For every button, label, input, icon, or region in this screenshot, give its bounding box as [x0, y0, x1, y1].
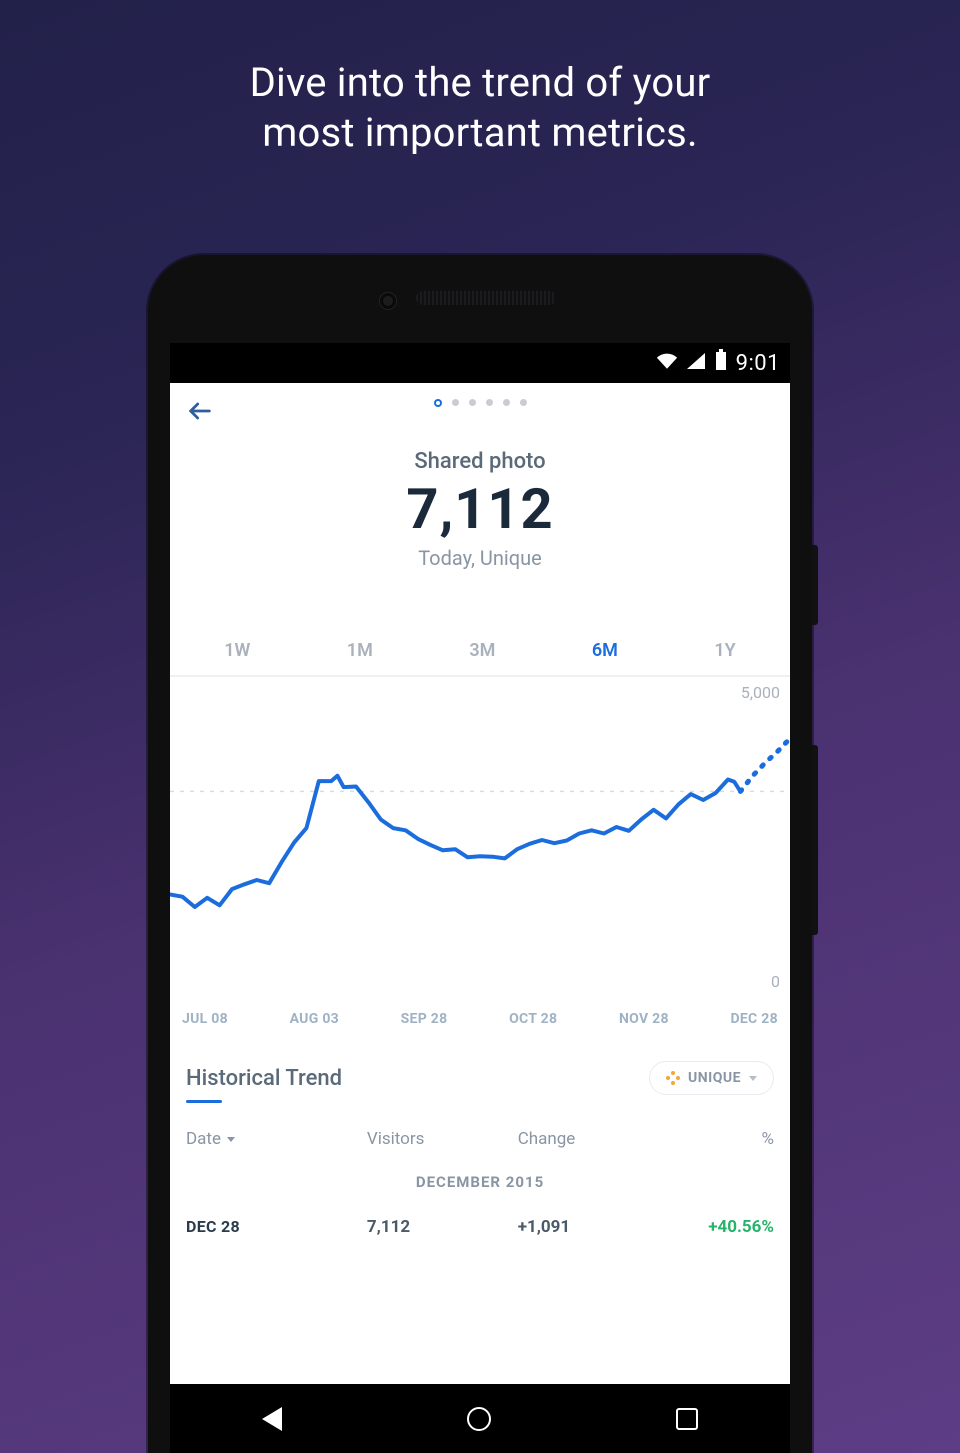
range-selector[interactable]: 1W 1M 3M 6M 1Y	[170, 636, 790, 675]
phone-power-button	[812, 545, 818, 625]
promo-headline-line1: Dive into the trend of your	[0, 58, 960, 108]
status-time: 9:01	[736, 351, 780, 376]
chart-xtick: DEC 28	[730, 1011, 777, 1027]
history-month-header: DECEMBER 2015	[170, 1155, 790, 1203]
col-date-sort[interactable]: Date	[186, 1129, 367, 1149]
trend-chart[interactable]: 5,000 0	[170, 677, 790, 1003]
nav-home-button[interactable]	[467, 1407, 491, 1431]
metric-subtitle: Today, Unique	[170, 546, 790, 570]
nav-back-button[interactable]	[262, 1407, 282, 1431]
pager-dot[interactable]	[452, 399, 459, 406]
chart-ytick-top: 5,000	[741, 683, 780, 702]
phone-speaker	[416, 291, 556, 305]
promo-headline: Dive into the trend of your most importa…	[0, 0, 960, 158]
phone-front-camera	[380, 293, 396, 309]
pager-dot[interactable]	[503, 399, 510, 406]
wifi-icon	[656, 351, 678, 376]
pager-dot[interactable]	[434, 399, 442, 407]
history-table-header: Date Visitors Change %	[170, 1105, 790, 1155]
chart-xtick: OCT 28	[509, 1011, 557, 1027]
filter-icon	[666, 1071, 680, 1085]
pager-dot[interactable]	[469, 399, 476, 406]
row-change: +1,091	[518, 1217, 669, 1237]
sort-caret-icon	[227, 1137, 235, 1142]
android-status-bar: 9:01	[170, 343, 790, 383]
chart-xtick: AUG 03	[290, 1011, 339, 1027]
phone-screen: 9:01 Shared photo 7,112 Today, Unique 1W…	[170, 343, 790, 1453]
range-tab-1w[interactable]: 1W	[214, 636, 260, 665]
col-date-label: Date	[186, 1129, 221, 1149]
phone-volume-button	[812, 745, 818, 935]
app-content: Shared photo 7,112 Today, Unique 1W 1M 3M 6…	[170, 383, 790, 1251]
pager-dots[interactable]	[170, 399, 790, 407]
app-topbar	[170, 383, 790, 439]
metric-value: 7,112	[170, 476, 790, 542]
range-tab-1m[interactable]: 1M	[337, 636, 383, 665]
col-change-label: Change	[518, 1129, 669, 1149]
row-pct: +40.56%	[668, 1217, 774, 1237]
range-tab-3m[interactable]: 3M	[459, 636, 505, 665]
chart-xaxis: JUL 08 AUG 03 SEP 28 OCT 28 NOV 28 DEC 28	[170, 1003, 790, 1045]
chart-ytick-bottom: 0	[771, 972, 780, 991]
android-nav-bar	[170, 1384, 790, 1453]
pager-dot[interactable]	[520, 399, 527, 406]
col-pct-label: %	[668, 1129, 774, 1149]
range-tab-6m[interactable]: 6M	[582, 636, 628, 665]
range-tab-1y[interactable]: 1Y	[704, 636, 745, 665]
chevron-down-icon	[749, 1076, 757, 1081]
chart-canvas	[170, 705, 790, 975]
phone-frame: 9:01 Shared photo 7,112 Today, Unique 1W…	[148, 255, 812, 1453]
chart-xtick: SEP 28	[401, 1011, 448, 1027]
chart-xtick: JUL 08	[182, 1011, 228, 1027]
col-visitors-label: Visitors	[367, 1129, 518, 1149]
back-button[interactable]	[186, 397, 214, 425]
chart-xtick: NOV 28	[619, 1011, 669, 1027]
unique-filter-button[interactable]: UNIQUE	[649, 1061, 774, 1095]
historical-trend-title: Historical Trend	[186, 1066, 342, 1091]
row-date: DEC 28	[186, 1217, 367, 1237]
unique-filter-label: UNIQUE	[688, 1070, 741, 1086]
pager-dot[interactable]	[486, 399, 493, 406]
history-rows: DEC 287,112+1,091+40.56%	[170, 1203, 790, 1251]
cell-signal-icon	[686, 351, 706, 376]
battery-icon	[714, 349, 728, 377]
promo-headline-line2: most important metrics.	[0, 108, 960, 158]
metric-summary: Shared photo 7,112 Today, Unique	[170, 439, 790, 590]
historical-trend-header: Historical Trend UNIQUE	[170, 1045, 790, 1105]
history-row[interactable]: DEC 287,112+1,091+40.56%	[170, 1203, 790, 1251]
nav-recent-button[interactable]	[676, 1408, 698, 1430]
row-visitors: 7,112	[367, 1217, 518, 1237]
metric-title: Shared photo	[170, 449, 790, 474]
